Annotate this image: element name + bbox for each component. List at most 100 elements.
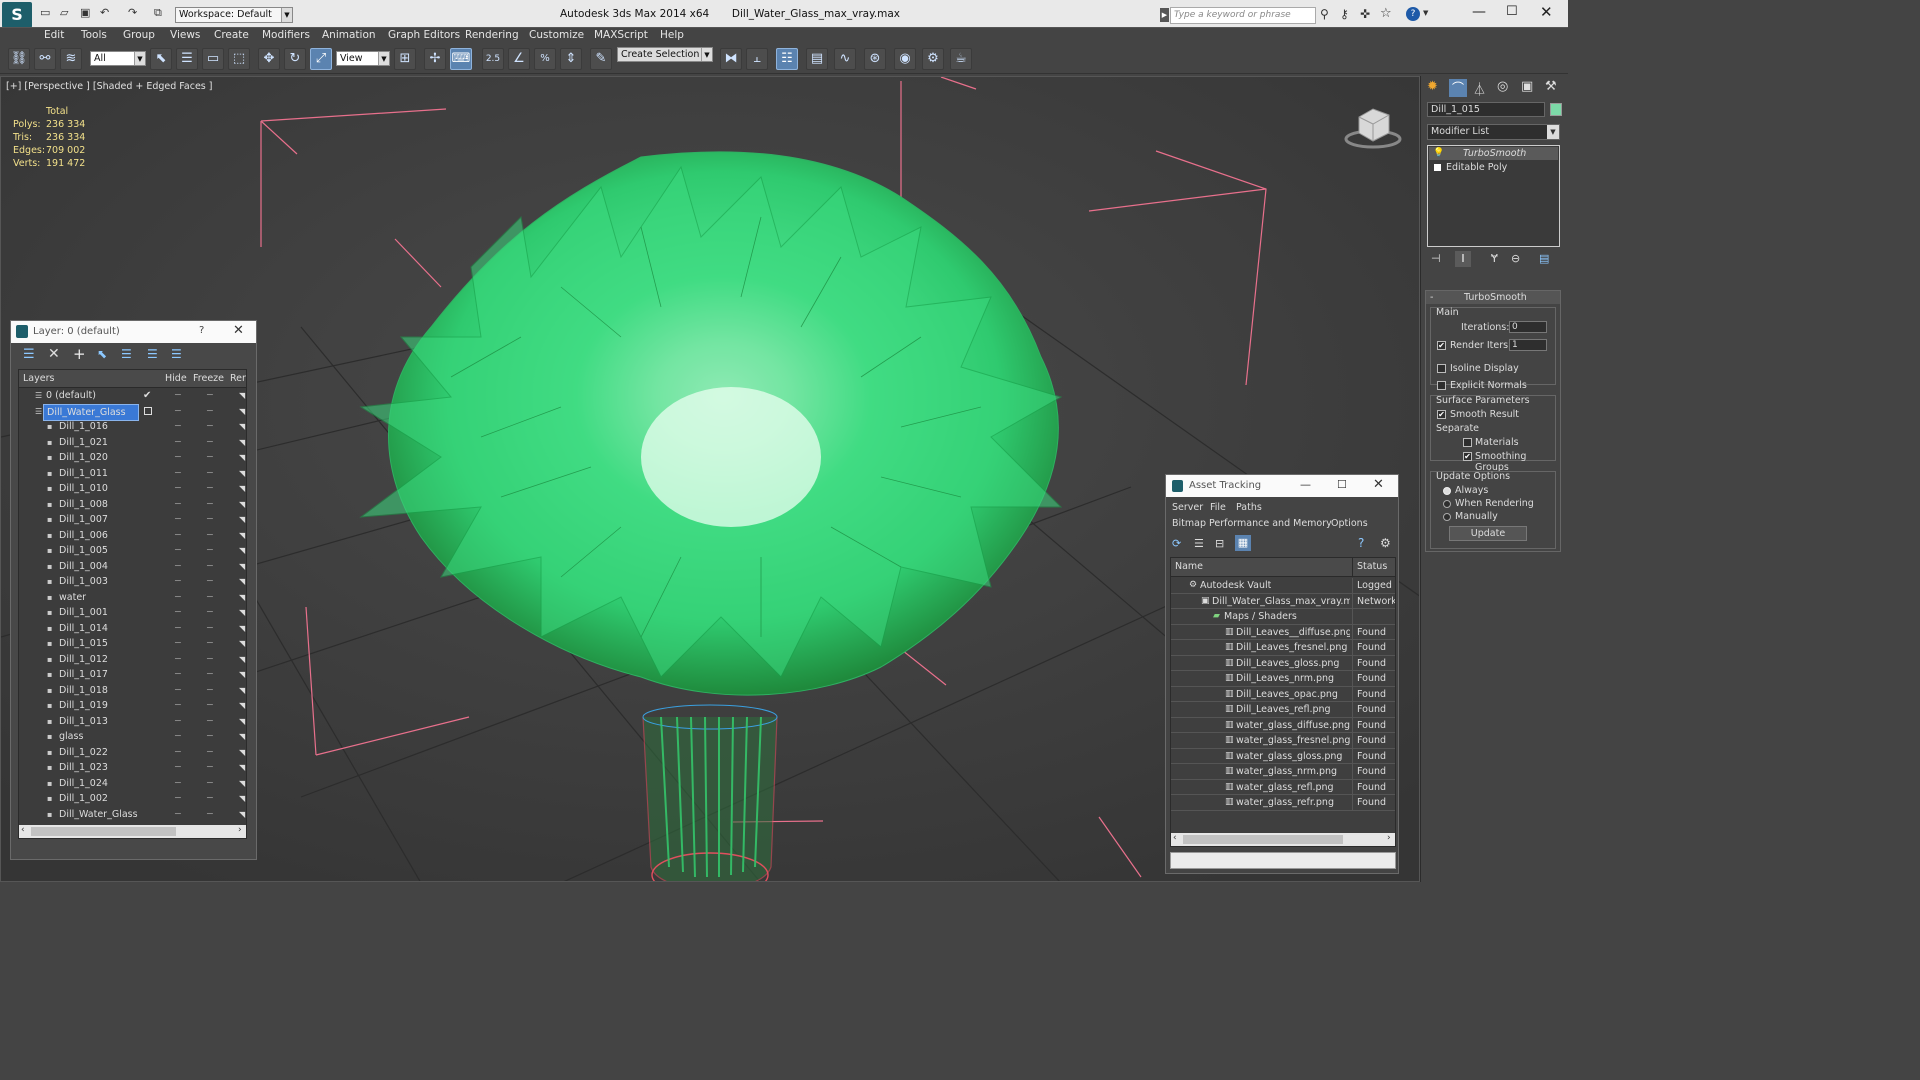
render-toggle-icon[interactable]: ◥	[239, 497, 245, 512]
freeze-toggle[interactable]: ─	[207, 636, 213, 651]
delete-layer-icon[interactable]: ✕	[48, 346, 60, 362]
configure-modifier-sets-icon[interactable]: ▤	[1539, 252, 1549, 265]
menu-customize[interactable]: Customize	[529, 29, 584, 41]
render-toggle-icon[interactable]: ◥	[239, 791, 245, 806]
render-toggle-icon[interactable]: ◥	[239, 419, 245, 434]
render-toggle-icon[interactable]: ◥	[239, 667, 245, 682]
smooth-result-checkbox[interactable]: ✔	[1437, 410, 1446, 419]
freeze-toggle[interactable]: ─	[207, 466, 213, 481]
asset-row[interactable]: ▥ water_glass_fresnel.png Found	[1171, 733, 1395, 749]
minimize-icon[interactable]: —	[1472, 4, 1486, 20]
selection-filter-dropdown[interactable]: All ▼	[90, 51, 146, 66]
freeze-toggle[interactable]: ─	[207, 729, 213, 744]
hide-all-layers-icon[interactable]: ☰	[147, 347, 158, 361]
percent-snap-icon[interactable]: %	[534, 48, 556, 70]
render-toggle-icon[interactable]: ◥	[239, 652, 245, 667]
freeze-toggle[interactable]: ─	[207, 450, 213, 465]
freeze-toggle[interactable]: ─	[207, 559, 213, 574]
render-toggle-icon[interactable]: ◥	[239, 466, 245, 481]
layer-object-row[interactable]: ▪ Dill_1_002 ─ ─ ◥	[19, 791, 246, 807]
light-bulb-icon[interactable]: 💡	[1433, 147, 1444, 160]
menu-create[interactable]: Create	[214, 29, 249, 41]
link-icon[interactable]: ⛓	[8, 48, 30, 70]
menu-views[interactable]: Views	[170, 29, 200, 41]
new-file-icon[interactable]: ▭	[40, 6, 50, 19]
freeze-toggle[interactable]: ─	[207, 621, 213, 636]
render-toggle-icon[interactable]: ◥	[239, 636, 245, 651]
asset-row[interactable]: ▥ water_glass_nrm.png Found	[1171, 764, 1395, 780]
help-icon[interactable]: ?	[199, 325, 204, 336]
keyboard-shortcut-override-icon[interactable]: ⌨	[450, 48, 472, 70]
viewport-label[interactable]: [+] [Perspective ] [Shaded + Edged Faces…	[6, 81, 212, 92]
freeze-toggle[interactable]: ─	[207, 760, 213, 775]
utilities-tab-icon[interactable]: ⚒	[1545, 79, 1557, 94]
hide-toggle[interactable]: ─	[175, 388, 181, 403]
hide-toggle[interactable]: ─	[175, 683, 181, 698]
asset-row[interactable]: ▥ water_glass_refr.png Found	[1171, 795, 1395, 811]
asset-row[interactable]: ▥ Dill_Leaves_nrm.png Found	[1171, 671, 1395, 687]
layer-object-row[interactable]: ▪ Dill_Water_Glass ─ ─ ◥	[19, 807, 246, 823]
update-manually-radio[interactable]	[1443, 513, 1451, 521]
rotate-icon[interactable]: ↻	[284, 48, 306, 70]
freeze-toggle[interactable]: ─	[207, 512, 213, 527]
hide-toggle[interactable]: ─	[175, 605, 181, 620]
column-divider[interactable]	[1352, 558, 1353, 577]
render-toggle-icon[interactable]: ◥	[239, 543, 245, 558]
render-toggle-icon[interactable]: ◥	[239, 760, 245, 775]
asset-menu-paths[interactable]: Paths	[1236, 502, 1262, 513]
freeze-toggle[interactable]: ─	[207, 698, 213, 713]
layer-object-row[interactable]: ▪ Dill_1_013 ─ ─ ◥	[19, 714, 246, 730]
layer-object-row[interactable]: ▪ Dill_1_008 ─ ─ ◥	[19, 497, 246, 513]
hide-toggle[interactable]: ─	[175, 466, 181, 481]
asset-row[interactable]: ▣ Dill_Water_Glass_max_vray.max Network	[1171, 593, 1395, 609]
asset-row[interactable]: ▥ water_glass_refl.png Found	[1171, 779, 1395, 795]
render-toggle-icon[interactable]: ◥	[239, 388, 245, 403]
object-color-swatch[interactable]	[1550, 103, 1562, 116]
hide-toggle[interactable]: ─	[175, 807, 181, 822]
asset-hscrollbar[interactable]: ‹ ›	[1171, 833, 1395, 846]
render-toggle-icon[interactable]: ◥	[239, 745, 245, 760]
asset-menu-file[interactable]: File	[1210, 502, 1226, 513]
hide-toggle[interactable]: ─	[175, 729, 181, 744]
maximize-icon[interactable]: ☐	[1337, 478, 1347, 491]
freeze-toggle[interactable]: ─	[207, 543, 213, 558]
minimize-icon[interactable]: —	[1300, 478, 1311, 491]
display-tab-icon[interactable]: ▣	[1521, 79, 1533, 94]
freeze-toggle[interactable]: ─	[207, 528, 213, 543]
layer-hscrollbar[interactable]: ‹ ›	[19, 825, 246, 838]
column-hide[interactable]: Hide	[165, 373, 187, 384]
render-toggle-icon[interactable]: ◥	[239, 528, 245, 543]
hide-toggle[interactable]: ─	[175, 450, 181, 465]
hide-toggle[interactable]: ─	[175, 698, 181, 713]
mirror-icon[interactable]: ⧓	[720, 48, 742, 70]
layer-object-row[interactable]: ▪ Dill_1_016 ─ ─ ◥	[19, 419, 246, 435]
isoline-display-checkbox[interactable]	[1437, 364, 1446, 373]
asset-tracking-window[interactable]: Asset Tracking — ☐ ✕ Server File Paths B…	[1165, 474, 1399, 874]
layer-object-row[interactable]: ▪ Dill_1_021 ─ ─ ◥	[19, 435, 246, 451]
scroll-left-icon[interactable]: ‹	[1173, 833, 1177, 843]
freeze-toggle[interactable]: ─	[207, 714, 213, 729]
freeze-toggle[interactable]: ─	[207, 590, 213, 605]
freeze-toggle[interactable]: ─	[207, 497, 213, 512]
render-toggle-icon[interactable]: ◥	[239, 481, 245, 496]
modifier-stack[interactable]: 💡 TurboSmooth Editable Poly	[1427, 145, 1560, 247]
hold-icon[interactable]: ⧉	[154, 6, 162, 20]
close-icon[interactable]: ✕	[1540, 3, 1553, 21]
asset-row[interactable]: ▥ Dill_Leaves_gloss.png Found	[1171, 655, 1395, 671]
menu-edit[interactable]: Edit	[44, 29, 64, 41]
layer-object-row[interactable]: ▪ Dill_1_001 ─ ─ ◥	[19, 605, 246, 621]
asset-row[interactable]: ▥ water_glass_gloss.png Found	[1171, 748, 1395, 764]
hide-toggle[interactable]: ─	[175, 745, 181, 760]
layer-object-row[interactable]: ▪ Dill_1_024 ─ ─ ◥	[19, 776, 246, 792]
hide-toggle[interactable]: ─	[175, 419, 181, 434]
open-file-icon[interactable]: ▱	[60, 6, 68, 19]
layer-manager-icon[interactable]: ☷	[776, 48, 798, 70]
freeze-toggle[interactable]: ─	[207, 388, 213, 403]
layer-object-row[interactable]: ▪ Dill_1_017 ─ ─ ◥	[19, 667, 246, 683]
layer-object-row[interactable]: ▪ Dill_1_019 ─ ─ ◥	[19, 698, 246, 714]
modify-tab-icon[interactable]: ⌒	[1449, 79, 1467, 97]
edit-named-selections-icon[interactable]: ✎	[590, 48, 612, 70]
spinner-snap-icon[interactable]: ⇕	[560, 48, 582, 70]
asset-menu-server[interactable]: Server	[1172, 502, 1203, 513]
hierarchy-tab-icon[interactable]: ⏃	[1473, 79, 1486, 98]
